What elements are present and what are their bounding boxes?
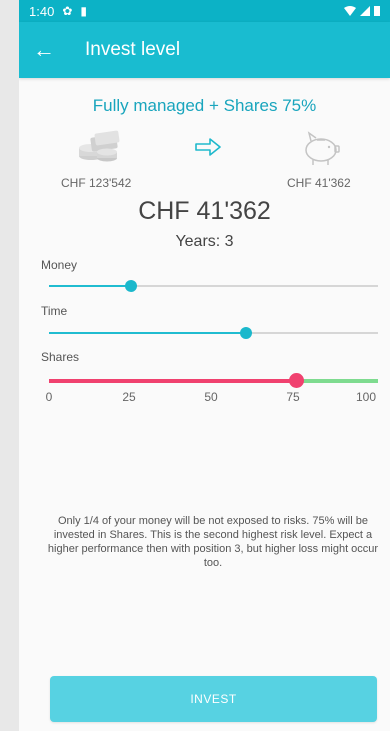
money-slider-thumb[interactable] xyxy=(125,280,138,292)
sd-card-icon: ▮ xyxy=(80,4,87,18)
invest-button[interactable]: INVEST xyxy=(50,676,377,722)
money-slider[interactable] xyxy=(49,280,378,292)
projected-amount: CHF 41'362 xyxy=(138,197,271,225)
time-slider-fill xyxy=(49,332,247,334)
time-slider[interactable] xyxy=(49,327,378,339)
status-time: 1:40 xyxy=(29,3,55,19)
risk-description: Only 1/4 of your money will be not expos… xyxy=(47,515,379,569)
icons-row xyxy=(19,130,390,170)
arrow-right-icon xyxy=(194,138,222,161)
wifi-icon xyxy=(344,4,356,19)
tick-label: 25 xyxy=(122,390,136,404)
tick-label: 100 xyxy=(355,390,377,404)
page-title: Invest level xyxy=(85,39,181,60)
plan-title: Fully managed + Shares 75% xyxy=(92,96,317,115)
shares-slider-label: Shares xyxy=(41,350,80,364)
app-bar: ← Invest level xyxy=(19,22,390,78)
time-slider-label: Time xyxy=(41,304,68,318)
years-label: Years: 3 xyxy=(175,233,234,250)
tick-label: 50 xyxy=(204,390,218,404)
shares-slider[interactable] xyxy=(49,373,378,388)
time-slider-thumb[interactable] xyxy=(240,327,253,339)
phone-screen: 1:40 ✿ ▮ ← Invest level Fully managed + … xyxy=(19,0,390,731)
signal-icon xyxy=(360,4,370,19)
back-arrow-icon[interactable]: ← xyxy=(33,37,69,63)
start-amount: CHF 123'542 xyxy=(61,176,132,190)
shares-ticks: 0 25 50 75 100 xyxy=(41,390,386,406)
settings-icon: ✿ xyxy=(62,4,73,18)
end-amount: CHF 41'362 xyxy=(287,176,351,190)
piggy-bank-icon xyxy=(301,130,341,171)
shares-slider-thumb[interactable] xyxy=(288,373,304,388)
money-slider-label: Money xyxy=(41,258,78,272)
money-slider-fill xyxy=(49,285,132,287)
battery-icon xyxy=(374,4,380,19)
tick-label: 0 xyxy=(45,390,53,404)
status-bar: 1:40 ✿ ▮ xyxy=(19,0,390,22)
money-stack-icon xyxy=(77,130,121,169)
shares-slider-fill xyxy=(49,379,296,383)
tick-label: 75 xyxy=(286,390,300,404)
